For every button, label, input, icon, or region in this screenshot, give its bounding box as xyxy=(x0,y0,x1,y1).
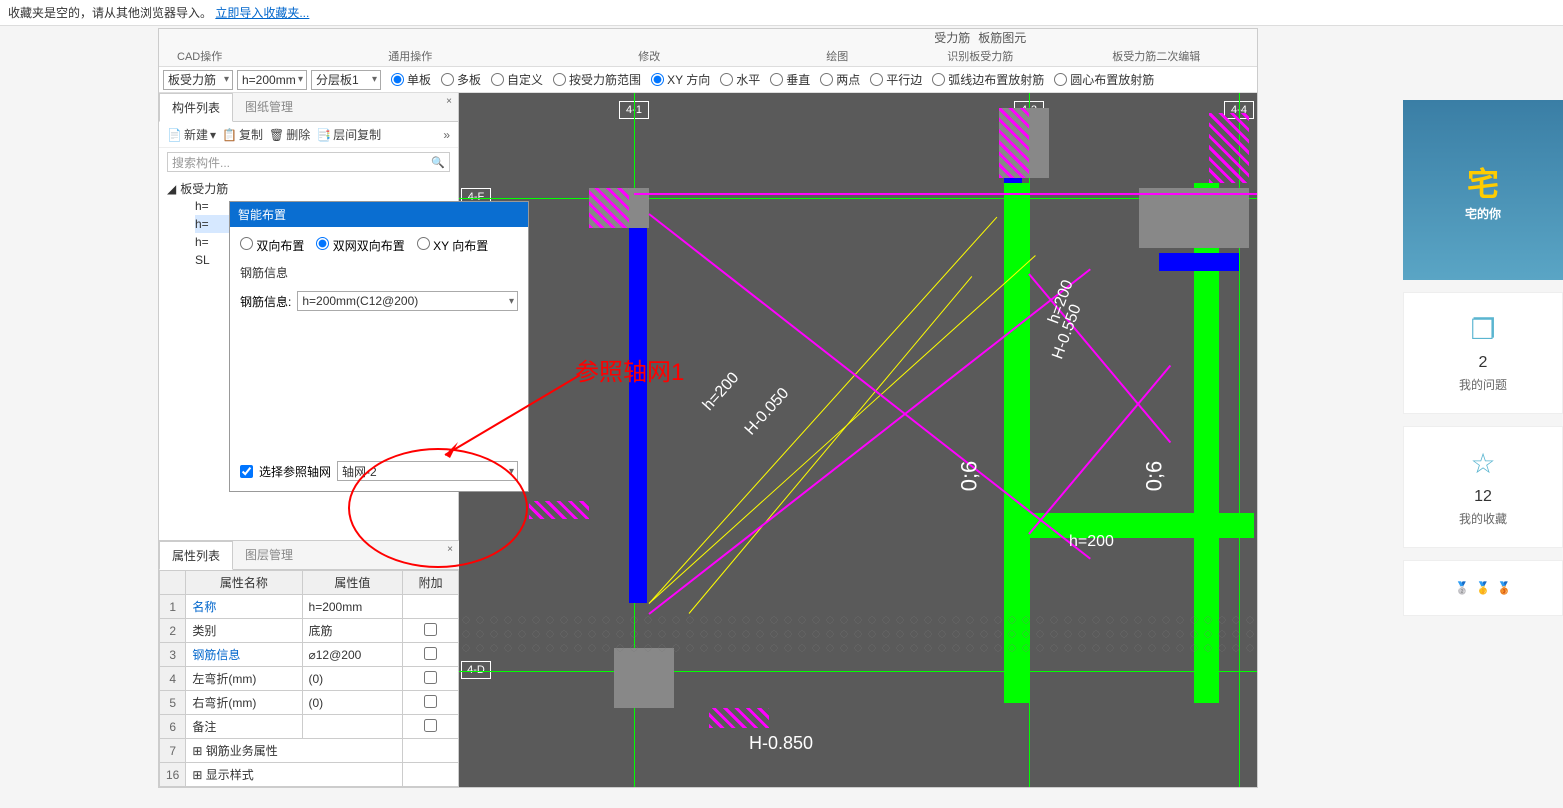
dropdown-layer[interactable]: 分层板1 xyxy=(311,70,381,90)
ribbon: CAD操作 通用操作 修改 绘图 受力筋 板筋图元 识别板受力筋 板受力筋二次编… xyxy=(159,29,1257,67)
star-icon: ☆ xyxy=(1414,447,1552,480)
table-row: 3钢筋信息⌀12@200 xyxy=(160,643,459,667)
dim-text: 0;6 xyxy=(1141,461,1167,492)
radio-2pt[interactable]: 两点 xyxy=(820,71,860,88)
ribbon-group-cad[interactable]: CAD操作 xyxy=(177,48,222,64)
import-bookmarks-link[interactable]: 立即导入收藏夹... xyxy=(215,6,309,20)
radio-v[interactable]: 垂直 xyxy=(770,71,810,88)
dim-text: h=200 xyxy=(1069,533,1114,551)
dim-text: h=200 xyxy=(700,369,743,414)
radio-single[interactable]: 单板 xyxy=(391,71,431,88)
dropdown-height[interactable]: h=200mm xyxy=(237,70,307,90)
property-panel: × 属性列表 图层管理 属性名称属性值附加 1名称h=200mm 2类别底筋 3… xyxy=(159,540,459,787)
copy-button[interactable]: 📋 复制 xyxy=(222,126,263,143)
info-dropdown[interactable]: h=200mm(C12@200) xyxy=(297,291,518,311)
favorites-count: 12 xyxy=(1414,488,1552,506)
table-row: 1名称h=200mm xyxy=(160,595,459,619)
ribbon-group-draw[interactable]: 绘图 xyxy=(826,48,848,64)
table-row: 5右弯折(mm)(0) xyxy=(160,691,459,715)
table-row: 16⊞ 显示样式 xyxy=(160,763,459,787)
browser-message-bar: 收藏夹是空的，请从其他浏览器导入。 立即导入收藏夹... xyxy=(0,0,1563,26)
radio-bidirectional[interactable]: 双向布置 xyxy=(240,237,304,254)
tab-properties[interactable]: 属性列表 xyxy=(159,541,233,570)
component-tabs: 构件列表 图纸管理 xyxy=(159,93,458,122)
table-row: 4左弯折(mm)(0) xyxy=(160,667,459,691)
annotation-arrow xyxy=(430,370,590,470)
radio-arc[interactable]: 弧线边布置放射筋 xyxy=(932,71,1044,88)
new-button[interactable]: 📄 新建 ▾ xyxy=(167,126,216,143)
component-tools: 📄 新建 ▾ 📋 复制 🗑 删除 📑 层间复制 » xyxy=(159,122,458,148)
dim-text: 0;6 xyxy=(956,461,982,492)
search-input[interactable]: 搜索构件... xyxy=(167,152,450,172)
info-label: 钢筋信息: xyxy=(240,293,291,310)
tab-layers[interactable]: 图层管理 xyxy=(233,541,305,569)
my-favorites-card[interactable]: ☆ 12 我的收藏 xyxy=(1403,426,1563,548)
dialog-title: 智能布置 xyxy=(230,202,528,227)
my-questions-card[interactable]: ❐ 2 我的问题 xyxy=(1403,292,1563,414)
questions-label: 我的问题 xyxy=(1414,376,1552,393)
delete-button[interactable]: 🗑 删除 xyxy=(269,126,310,143)
table-row: 6备注 xyxy=(160,715,459,739)
radio-xy[interactable]: XY 方向 xyxy=(651,71,710,88)
note-icon: ❐ xyxy=(1414,313,1552,346)
radio-h[interactable]: 水平 xyxy=(720,71,760,88)
tab-drawings[interactable]: 图纸管理 xyxy=(233,93,305,121)
more-icon[interactable]: » xyxy=(443,128,450,142)
ribbon-group-rebar[interactable]: 识别板受力筋 xyxy=(947,48,1013,64)
axis-label: 4-D xyxy=(461,661,491,679)
dropdown-type[interactable]: 板受力筋 xyxy=(163,70,233,90)
table-row: 2类别底筋 xyxy=(160,619,459,643)
medal-bronze-icon: 🥉 xyxy=(1496,581,1511,595)
medal-silver-icon: 🥈 xyxy=(1455,581,1470,595)
dim-text: H-0.050 xyxy=(742,385,793,439)
ribbon-group-modify[interactable]: 修改 xyxy=(638,48,660,64)
floor-copy-button[interactable]: 📑 层间复制 xyxy=(316,126,381,143)
tree-root[interactable]: ◢ 板受力筋 xyxy=(167,180,450,197)
radio-center[interactable]: 圆心布置放射筋 xyxy=(1054,71,1154,88)
fieldset-label: 钢筋信息 xyxy=(240,264,518,281)
ribbon-group-edit2[interactable]: 板受力筋二次编辑 xyxy=(1112,48,1200,64)
app-window: CAD操作 通用操作 修改 绘图 受力筋 板筋图元 识别板受力筋 板受力筋二次编… xyxy=(158,28,1258,788)
radio-xy-dir[interactable]: XY 向布置 xyxy=(417,237,488,254)
promo-banner[interactable]: 宅 宅的你 xyxy=(1403,100,1563,280)
right-sidebar: 宅 宅的你 ❐ 2 我的问题 ☆ 12 我的收藏 🥈 🥇 🥉 xyxy=(1403,100,1563,616)
tab-components[interactable]: 构件列表 xyxy=(159,93,233,122)
ref-axis-checkbox[interactable] xyxy=(240,465,253,478)
ribbon-group-general[interactable]: 通用操作 xyxy=(388,48,432,64)
annotation-text: 参照轴网1 xyxy=(575,352,684,387)
radio-custom[interactable]: 自定义 xyxy=(491,71,543,88)
table-row: 7⊞ 钢筋业务属性 xyxy=(160,739,459,763)
medal-gold-icon: 🥇 xyxy=(1476,581,1491,595)
secondary-toolbar: 板受力筋 h=200mm 分层板1 单板 多板 自定义 按受力筋范围 XY 方向… xyxy=(159,67,1257,93)
ref-axis-label: 选择参照轴网 xyxy=(259,463,331,480)
questions-count: 2 xyxy=(1414,354,1552,372)
radio-parallel[interactable]: 平行边 xyxy=(870,71,922,88)
radio-scope[interactable]: 按受力筋范围 xyxy=(553,71,641,88)
browser-msg: 收藏夹是空的，请从其他浏览器导入。 xyxy=(8,6,215,20)
ribbon-rebar-items: 受力筋 板筋图元 xyxy=(934,29,1026,46)
panel-close-icon[interactable]: × xyxy=(442,95,456,109)
property-table: 属性名称属性值附加 1名称h=200mm 2类别底筋 3钢筋信息⌀12@200 … xyxy=(159,570,459,787)
left-panel: × 构件列表 图纸管理 📄 新建 ▾ 📋 复制 🗑 删除 📑 层间复制 » 搜索… xyxy=(159,93,459,787)
favorites-label: 我的收藏 xyxy=(1414,510,1552,527)
dim-text: H-0.850 xyxy=(749,733,813,754)
radio-double-net[interactable]: 双网双向布置 xyxy=(316,237,404,254)
medals-card[interactable]: 🥈 🥇 🥉 xyxy=(1403,560,1563,616)
radio-multi[interactable]: 多板 xyxy=(441,71,481,88)
